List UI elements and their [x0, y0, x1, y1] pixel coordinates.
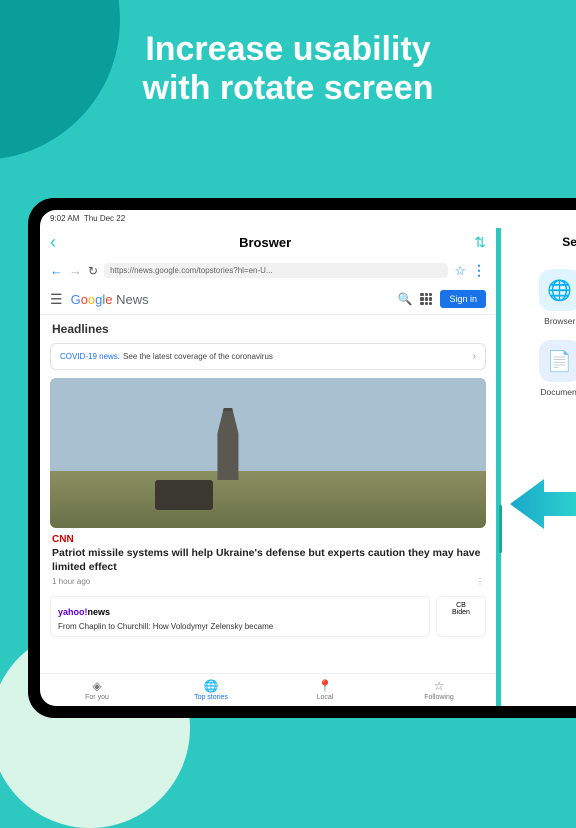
story-meta: 1 hour ago⋮: [40, 577, 496, 592]
app-browser[interactable]: 🌐Browser: [515, 269, 576, 326]
divider-handle[interactable]: [499, 505, 502, 553]
tab-following[interactable]: ☆Following: [382, 674, 496, 706]
status-bar: 9:02 AM Thu Dec 22: [50, 214, 125, 223]
chevron-right-icon: ›: [473, 351, 476, 362]
story-hero-image[interactable]: [50, 378, 486, 528]
story-headline[interactable]: Patriot missile systems will help Ukrain…: [40, 545, 496, 577]
arrow-left-cue-icon: [510, 475, 576, 533]
title-bar: ‹ Broswer ⇅: [40, 228, 496, 257]
url-input[interactable]: https://news.google.com/topstories?hl=en…: [104, 263, 448, 278]
nav-back-icon[interactable]: ←: [50, 263, 63, 278]
apps-icon[interactable]: [420, 293, 432, 305]
covid-banner[interactable]: COVID-19 news: See the latest coverage o…: [50, 343, 486, 370]
google-news-header: ☰ Google News 🔍 Sign in: [40, 284, 496, 315]
swap-icon[interactable]: ⇅: [474, 234, 486, 251]
more-icon: ⋮: [476, 577, 484, 586]
story-card-side[interactable]: CBBiden: [436, 596, 486, 637]
reload-icon[interactable]: ↻: [88, 264, 98, 278]
second-window-title: Second Window: [501, 228, 576, 261]
yahoo-logo: yahoo!news: [58, 607, 110, 617]
signin-button[interactable]: Sign in: [440, 290, 486, 308]
second-window-pane: Second Window 🌐Browser 📷Image 📄Document …: [501, 210, 576, 706]
promo-headline: Increase usabilitywith rotate screen: [0, 30, 576, 108]
story-card[interactable]: yahoo!news From Chaplin to Churchill: Ho…: [50, 596, 430, 637]
bottom-tabs: ◈For you 🌐Top stories 📍Local ☆Following: [40, 673, 496, 706]
window-title: Broswer: [56, 235, 474, 250]
tab-for-you[interactable]: ◈For you: [40, 674, 154, 706]
url-bar: ← → ↻ https://news.google.com/topstories…: [40, 257, 496, 284]
google-news-logo[interactable]: Google News: [71, 292, 149, 307]
screen: 9:02 AM Thu Dec 22 ‹ Broswer ⇅ ← → ↻ htt…: [40, 210, 576, 706]
bookmark-icon[interactable]: ☆: [454, 263, 466, 279]
headlines-heading: Headlines: [40, 315, 496, 343]
tab-top-stories[interactable]: 🌐Top stories: [154, 674, 268, 706]
menu-icon[interactable]: ⋮: [472, 262, 486, 279]
nav-forward-icon[interactable]: →: [69, 263, 82, 278]
story-source: CNN: [40, 534, 496, 545]
document-icon: 📄: [539, 340, 576, 382]
app-document[interactable]: 📄Document: [515, 340, 576, 397]
story-row: yahoo!news From Chaplin to Churchill: Ho…: [50, 596, 486, 637]
hamburger-icon[interactable]: ☰: [50, 291, 63, 308]
search-icon[interactable]: 🔍: [398, 292, 413, 306]
tab-local[interactable]: 📍Local: [268, 674, 382, 706]
tablet-frame: 9:02 AM Thu Dec 22 ‹ Broswer ⇅ ← → ↻ htt…: [28, 198, 576, 718]
globe-icon: 🌐: [539, 269, 576, 311]
split-divider[interactable]: [496, 228, 501, 706]
app-grid: 🌐Browser 📷Image 📄Document 📁My Files: [501, 261, 576, 405]
browser-pane: ‹ Broswer ⇅ ← → ↻ https://news.google.co…: [40, 210, 496, 706]
